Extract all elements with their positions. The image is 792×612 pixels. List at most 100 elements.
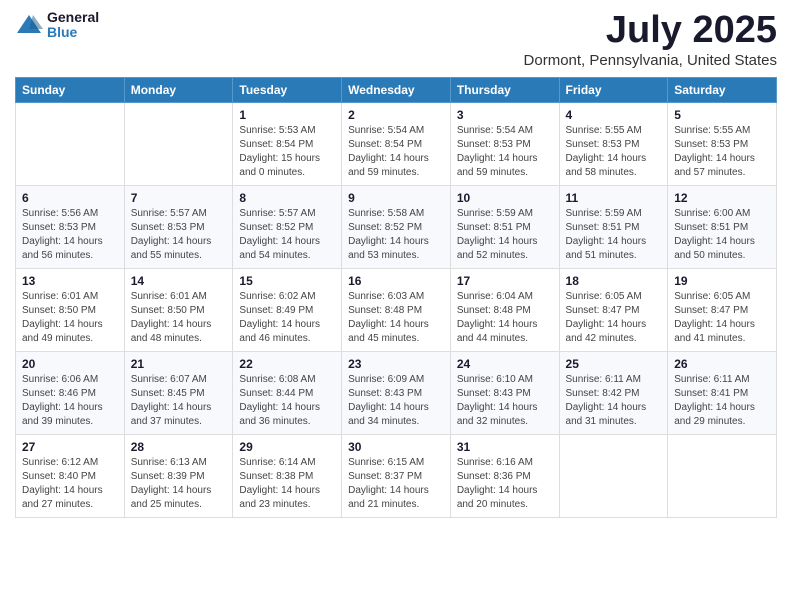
weekday-header-row: SundayMondayTuesdayWednesdayThursdayFrid… [16, 77, 777, 102]
logo-blue: Blue [47, 25, 99, 40]
calendar-cell: 20 Sunrise: 6:06 AMSunset: 8:46 PMDayligh… [16, 351, 125, 434]
day-number: 20 [22, 357, 118, 371]
calendar-cell: 28 Sunrise: 6:13 AMSunset: 8:39 PMDayligh… [124, 434, 233, 517]
calendar-cell: 15Sunrise: 6:02 AMSunset: 8:49 PMDayligh… [233, 268, 342, 351]
weekday-header: Thursday [450, 77, 559, 102]
calendar-cell: 26 Sunrise: 6:11 AMSunset: 8:41 PMDayligh… [668, 351, 777, 434]
calendar-cell: 1 Sunrise: 5:53 AMSunset: 8:54 PMDaylight… [233, 102, 342, 185]
calendar-cell: 31 Sunrise: 6:16 AMSunset: 8:36 PMDayligh… [450, 434, 559, 517]
logo-icon [15, 11, 43, 39]
day-info: Sunrise: 5:56 AMSunset: 8:53 PMDaylight:… [22, 207, 118, 263]
calendar-cell: 4Sunrise: 5:55 AMSunset: 8:53 PMDaylight… [559, 102, 668, 185]
day-number: 26 [674, 357, 770, 371]
day-info: Sunrise: 5:54 AMSunset: 8:54 PMDaylight:… [348, 124, 444, 180]
day-number: 17 [457, 274, 553, 288]
weekday-header: Sunday [16, 77, 125, 102]
day-info: Sunrise: 5:57 AMSunset: 8:53 PMDaylight:… [131, 207, 227, 263]
calendar-cell: 25Sunrise: 6:11 AMSunset: 8:42 PMDayligh… [559, 351, 668, 434]
calendar-week-row: 13 Sunrise: 6:01 AMSunset: 8:50 PMDayligh… [16, 268, 777, 351]
day-number: 31 [457, 440, 553, 454]
day-number: 25 [566, 357, 662, 371]
day-number: 8 [239, 191, 335, 205]
day-number: 21 [131, 357, 227, 371]
day-info: Sunrise: 5:57 AMSunset: 8:52 PMDaylight:… [239, 207, 335, 263]
calendar-cell: 18 Sunrise: 6:05 AMSunset: 8:47 PMDayligh… [559, 268, 668, 351]
day-number: 19 [674, 274, 770, 288]
day-number: 3 [457, 108, 553, 122]
day-info: Sunrise: 6:07 AMSunset: 8:45 PMDaylight:… [131, 373, 227, 429]
day-info: Sunrise: 6:03 AMSunset: 8:48 PMDaylight:… [348, 290, 444, 346]
day-info: Sunrise: 6:08 AMSunset: 8:44 PMDaylight:… [239, 373, 335, 429]
calendar-cell: 21 Sunrise: 6:07 AMSunset: 8:45 PMDayligh… [124, 351, 233, 434]
calendar-week-row: 20 Sunrise: 6:06 AMSunset: 8:46 PMDayligh… [16, 351, 777, 434]
calendar-table: SundayMondayTuesdayWednesdayThursdayFrid… [15, 77, 777, 518]
day-number: 6 [22, 191, 118, 205]
day-number: 14 [131, 274, 227, 288]
day-number: 9 [348, 191, 444, 205]
title-section: July 2025 Dormont, Pennsylvania, United … [524, 10, 777, 69]
day-info: Sunrise: 5:59 AMSunset: 8:51 PMDaylight:… [566, 207, 662, 263]
calendar-cell: 9 Sunrise: 5:58 AMSunset: 8:52 PMDaylight… [342, 185, 451, 268]
day-number: 2 [348, 108, 444, 122]
day-number: 5 [674, 108, 770, 122]
day-number: 15 [239, 274, 335, 288]
day-number: 18 [566, 274, 662, 288]
calendar-cell: 10Sunrise: 5:59 AMSunset: 8:51 PMDayligh… [450, 185, 559, 268]
calendar-cell: 2 Sunrise: 5:54 AMSunset: 8:54 PMDaylight… [342, 102, 451, 185]
logo: General Blue [15, 10, 99, 41]
day-number: 12 [674, 191, 770, 205]
calendar-cell: 7Sunrise: 5:57 AMSunset: 8:53 PMDaylight… [124, 185, 233, 268]
day-info: Sunrise: 5:54 AMSunset: 8:53 PMDaylight:… [457, 124, 553, 180]
day-number: 1 [239, 108, 335, 122]
day-info: Sunrise: 5:58 AMSunset: 8:52 PMDaylight:… [348, 207, 444, 263]
day-info: Sunrise: 6:06 AMSunset: 8:46 PMDaylight:… [22, 373, 118, 429]
calendar-cell [124, 102, 233, 185]
day-info: Sunrise: 5:59 AMSunset: 8:51 PMDaylight:… [457, 207, 553, 263]
day-info: Sunrise: 6:16 AMSunset: 8:36 PMDaylight:… [457, 456, 553, 512]
page-header: General Blue July 2025 Dormont, Pennsylv… [15, 10, 777, 69]
day-info: Sunrise: 6:05 AMSunset: 8:47 PMDaylight:… [674, 290, 770, 346]
day-info: Sunrise: 6:15 AMSunset: 8:37 PMDaylight:… [348, 456, 444, 512]
weekday-header: Tuesday [233, 77, 342, 102]
day-number: 27 [22, 440, 118, 454]
day-info: Sunrise: 6:14 AMSunset: 8:38 PMDaylight:… [239, 456, 335, 512]
calendar-cell: 29 Sunrise: 6:14 AMSunset: 8:38 PMDayligh… [233, 434, 342, 517]
day-number: 4 [566, 108, 662, 122]
day-info: Sunrise: 5:55 AMSunset: 8:53 PMDaylight:… [674, 124, 770, 180]
calendar-cell: 27Sunrise: 6:12 AMSunset: 8:40 PMDayligh… [16, 434, 125, 517]
day-number: 23 [348, 357, 444, 371]
calendar-cell: 22Sunrise: 6:08 AMSunset: 8:44 PMDayligh… [233, 351, 342, 434]
day-number: 11 [566, 191, 662, 205]
calendar-cell: 6 Sunrise: 5:56 AMSunset: 8:53 PMDaylight… [16, 185, 125, 268]
calendar-cell: 3 Sunrise: 5:54 AMSunset: 8:53 PMDaylight… [450, 102, 559, 185]
day-number: 13 [22, 274, 118, 288]
calendar-cell: 14 Sunrise: 6:01 AMSunset: 8:50 PMDayligh… [124, 268, 233, 351]
location: Dormont, Pennsylvania, United States [524, 52, 777, 69]
calendar-cell: 5 Sunrise: 5:55 AMSunset: 8:53 PMDaylight… [668, 102, 777, 185]
day-number: 24 [457, 357, 553, 371]
day-info: Sunrise: 6:01 AMSunset: 8:50 PMDaylight:… [131, 290, 227, 346]
calendar-cell [16, 102, 125, 185]
day-info: Sunrise: 6:10 AMSunset: 8:43 PMDaylight:… [457, 373, 553, 429]
day-info: Sunrise: 6:13 AMSunset: 8:39 PMDaylight:… [131, 456, 227, 512]
calendar-cell: 11 Sunrise: 5:59 AMSunset: 8:51 PMDayligh… [559, 185, 668, 268]
logo-text: General Blue [47, 10, 99, 41]
calendar-cell [668, 434, 777, 517]
calendar-week-row: 6 Sunrise: 5:56 AMSunset: 8:53 PMDaylight… [16, 185, 777, 268]
day-number: 28 [131, 440, 227, 454]
weekday-header: Saturday [668, 77, 777, 102]
day-info: Sunrise: 6:04 AMSunset: 8:48 PMDaylight:… [457, 290, 553, 346]
calendar-cell: 17 Sunrise: 6:04 AMSunset: 8:48 PMDayligh… [450, 268, 559, 351]
day-number: 29 [239, 440, 335, 454]
calendar-cell: 12 Sunrise: 6:00 AMSunset: 8:51 PMDayligh… [668, 185, 777, 268]
day-info: Sunrise: 5:53 AMSunset: 8:54 PMDaylight:… [239, 124, 335, 180]
calendar-week-row: 1 Sunrise: 5:53 AMSunset: 8:54 PMDaylight… [16, 102, 777, 185]
calendar-cell: 13Sunrise: 6:01 AMSunset: 8:50 PMDayligh… [16, 268, 125, 351]
day-info: Sunrise: 6:00 AMSunset: 8:51 PMDaylight:… [674, 207, 770, 263]
month-title: July 2025 [524, 10, 777, 52]
weekday-header: Monday [124, 77, 233, 102]
day-info: Sunrise: 6:05 AMSunset: 8:47 PMDaylight:… [566, 290, 662, 346]
calendar-week-row: 27Sunrise: 6:12 AMSunset: 8:40 PMDayligh… [16, 434, 777, 517]
day-info: Sunrise: 6:09 AMSunset: 8:43 PMDaylight:… [348, 373, 444, 429]
day-info: Sunrise: 6:11 AMSunset: 8:41 PMDaylight:… [674, 373, 770, 429]
